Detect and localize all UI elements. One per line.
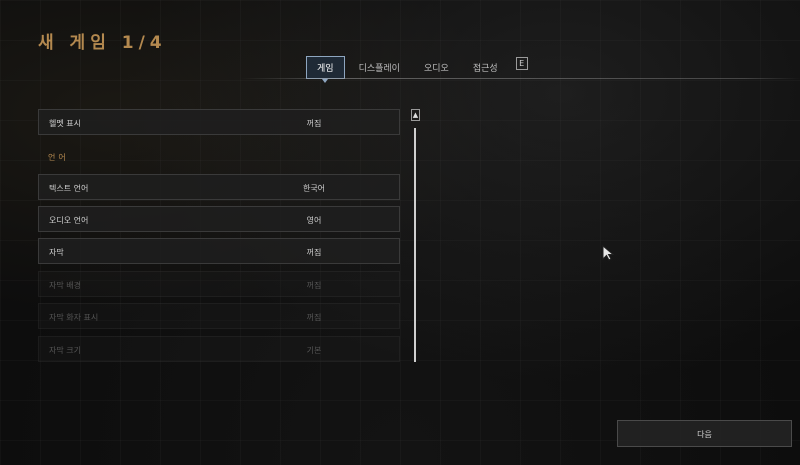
- setting-subtitle-speaker[interactable]: 자막 화자 표시 꺼짐: [38, 303, 400, 329]
- tab-bar: 게임 디스플레이 오디오 접근성 E: [306, 55, 528, 83]
- setting-value: 꺼짐: [306, 281, 322, 290]
- section-header-language: 언어: [48, 153, 69, 162]
- setting-text-language[interactable]: 텍스트 언어 한국어: [38, 174, 400, 200]
- setting-label: 오디오 언어: [49, 216, 89, 225]
- next-button[interactable]: 다음: [617, 420, 792, 447]
- scrollbar[interactable]: [414, 128, 416, 362]
- setting-label: 자막 화자 표시: [49, 313, 99, 322]
- setting-subtitle-background[interactable]: 자막 배경 꺼짐: [38, 271, 400, 297]
- setting-value: 한국어: [302, 184, 326, 193]
- setting-subtitles[interactable]: 자막 꺼짐: [38, 238, 400, 264]
- next-tab-key-hint: E: [515, 56, 528, 70]
- tab-display[interactable]: 디스플레이: [349, 57, 410, 78]
- setting-audio-language[interactable]: 오디오 언어 영어: [38, 206, 400, 232]
- setting-value: 영어: [306, 216, 322, 225]
- setting-value: 꺼짐: [306, 248, 322, 257]
- mouse-cursor-icon: [602, 244, 616, 265]
- scroll-up-button[interactable]: ▲: [411, 109, 420, 121]
- page-title: 새 게임 1/4: [38, 33, 167, 53]
- setting-subtitle-size[interactable]: 자막 크기 기본: [38, 336, 400, 362]
- setting-helmet-display[interactable]: 헬멧 표시 꺼짐: [38, 109, 400, 135]
- tab-accessibility[interactable]: 접근성: [463, 57, 508, 78]
- tab-divider: [240, 78, 800, 79]
- setting-label: 텍스트 언어: [49, 184, 89, 193]
- setting-value: 기본: [306, 346, 322, 355]
- tab-game[interactable]: 게임: [306, 55, 345, 83]
- tab-audio[interactable]: 오디오: [414, 57, 459, 78]
- setting-label: 자막 크기: [49, 346, 81, 355]
- setting-label: 자막 배경: [49, 281, 81, 290]
- setting-value: 꺼짐: [306, 313, 322, 322]
- setting-label: 자막: [49, 248, 64, 257]
- setting-label: 헬멧 표시: [49, 119, 81, 128]
- setting-value: 꺼짐: [306, 119, 322, 128]
